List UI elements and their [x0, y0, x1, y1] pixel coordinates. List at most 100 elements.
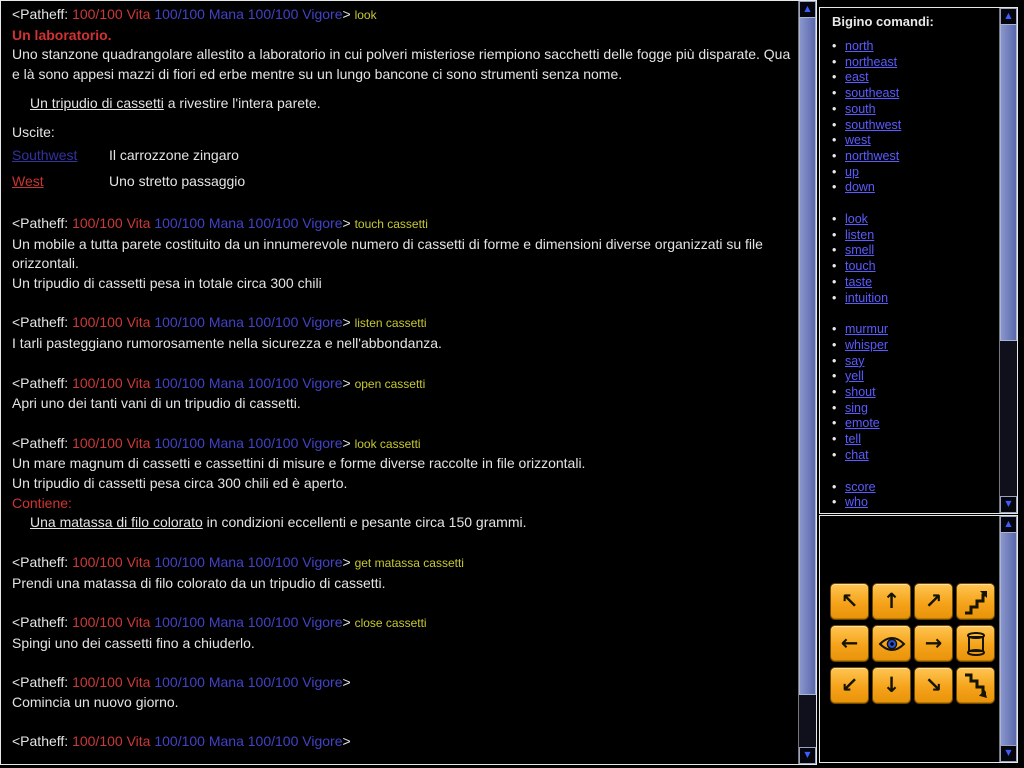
text-segment: Un laboratorio. — [12, 26, 112, 43]
commands-panel-content: Bigino comandi: northnortheasteastsouthe… — [820, 8, 1000, 513]
text-segment: 100/100 Vigore — [247, 553, 343, 570]
command-link-smell[interactable]: smell — [845, 243, 874, 257]
para-line: Uno stanzone quadrangolare allestito a l… — [12, 45, 791, 84]
text-segment: 100/100 Vita — [72, 733, 151, 750]
para-line: Un tripudio di cassetti pesa in totale c… — [12, 274, 791, 294]
exit-link-southwest[interactable]: Southwest — [12, 142, 109, 168]
command-list-item: taste — [832, 275, 1000, 291]
command-link-west[interactable]: west — [845, 133, 871, 147]
command-link-northwest[interactable]: northwest — [845, 149, 899, 163]
eye-icon — [878, 634, 906, 654]
exit-link-west[interactable]: West — [12, 168, 109, 194]
command-link-up[interactable]: up — [845, 165, 859, 179]
scroll-button[interactable] — [956, 625, 995, 662]
command-link-sing[interactable]: sing — [845, 401, 868, 415]
move-down-button[interactable] — [956, 667, 995, 704]
scroll-icon — [964, 631, 988, 657]
command-link-emote[interactable]: emote — [845, 416, 880, 430]
text-segment: <Patheff: — [12, 314, 73, 331]
echoed-command: look — [354, 8, 377, 22]
para-line: I tarli pasteggiano rumorosamente nella … — [12, 334, 791, 354]
item-link-matassa[interactable]: Una matassa di filo colorato — [30, 514, 203, 530]
text-segment: 100/100 Vita — [72, 314, 151, 331]
commands-scrollbar-thumb[interactable] — [1000, 24, 1017, 341]
command-list-item: east — [832, 70, 1000, 86]
navigation-button-grid: ↖ ↑ ↗ ← → ↙ ↓ ↘ — [830, 583, 995, 704]
command-link-touch[interactable]: touch — [845, 259, 876, 273]
text-segment: > — [342, 553, 355, 570]
text-segment: 100/100 Mana — [154, 673, 244, 690]
text-segment: 100/100 Vigore — [247, 214, 343, 231]
prompt-line: <Patheff: 100/100 Vita 100/100 Mana 100/… — [12, 673, 791, 693]
command-link-say[interactable]: say — [845, 354, 864, 368]
stairs-up-icon — [963, 589, 989, 615]
navigation-scrollbar[interactable]: ▲ ▼ — [999, 516, 1017, 762]
look-button[interactable] — [872, 625, 911, 662]
move-southeast-button[interactable]: ↘ — [914, 667, 953, 704]
para-line: Comincia un nuovo giorno. — [12, 693, 791, 713]
commands-scrollbar[interactable]: ▲ ▼ — [999, 8, 1017, 513]
command-link-shout[interactable]: shout — [845, 385, 876, 399]
move-east-button[interactable]: → — [914, 625, 953, 662]
command-link-murmur[interactable]: murmur — [845, 322, 888, 336]
text-segment: <Patheff: — [12, 673, 73, 690]
command-link-chat[interactable]: chat — [845, 448, 869, 462]
command-link-score[interactable]: score — [845, 480, 876, 494]
command-link-tell[interactable]: tell — [845, 432, 861, 446]
command-list-item: who — [832, 495, 1000, 511]
terminal-output: <Patheff: 100/100 Vita 100/100 Mana 100/… — [1, 1, 799, 764]
move-south-button[interactable]: ↓ — [872, 667, 911, 704]
text-segment: Un tripudio di cassetti pesa in totale c… — [12, 275, 322, 292]
commands-panel-title: Bigino comandi: — [832, 14, 934, 29]
command-link-down[interactable]: down — [845, 180, 875, 194]
scroll-down-icon[interactable]: ▼ — [1000, 745, 1017, 762]
command-link-north[interactable]: north — [845, 39, 874, 53]
move-northwest-button[interactable]: ↖ — [830, 583, 869, 620]
command-link-taste[interactable]: taste — [845, 275, 872, 289]
command-link-northeast[interactable]: northeast — [845, 55, 897, 69]
text-segment: > — [342, 434, 355, 451]
text-segment: 100/100 Vigore — [247, 733, 343, 750]
command-link-intuition[interactable]: intuition — [845, 291, 888, 305]
text-segment: 100/100 Vigore — [247, 314, 343, 331]
command-link-east[interactable]: east — [845, 70, 869, 84]
move-southwest-button[interactable]: ↙ — [830, 667, 869, 704]
command-link-whisper[interactable]: whisper — [845, 338, 888, 352]
main-scrollbar-thumb[interactable] — [799, 17, 816, 695]
command-link-yell[interactable]: yell — [845, 369, 864, 383]
text-segment: > — [342, 374, 355, 391]
move-north-button[interactable]: ↑ — [872, 583, 911, 620]
command-link-listen[interactable]: listen — [845, 228, 874, 242]
text-segment: 100/100 Mana — [154, 214, 244, 231]
text-segment: 100/100 Vita — [72, 374, 151, 391]
scroll-up-icon[interactable]: ▲ — [799, 1, 816, 18]
move-up-button[interactable] — [956, 583, 995, 620]
para-line: Un mobile a tutta parete costituito da u… — [12, 235, 791, 274]
command-list-item: southeast — [832, 86, 1000, 102]
text-segment: 100/100 Mana — [154, 374, 244, 391]
command-link-look[interactable]: look — [845, 212, 868, 226]
main-scrollbar[interactable]: ▲ ▼ — [798, 1, 816, 764]
text-segment: > — [342, 214, 355, 231]
scroll-up-icon[interactable]: ▲ — [1000, 8, 1017, 25]
command-link-southeast[interactable]: southeast — [845, 86, 899, 100]
command-link-south[interactable]: south — [845, 102, 876, 116]
command-link-who[interactable]: who — [845, 495, 868, 509]
exit-description: Il carrozzone zingaro — [109, 147, 239, 164]
command-link-southwest[interactable]: southwest — [845, 118, 901, 132]
navigation-scrollbar-thumb[interactable] — [1000, 532, 1017, 746]
text-segment: I tarli pasteggiano rumorosamente nella … — [12, 335, 442, 352]
move-northeast-button[interactable]: ↗ — [914, 583, 953, 620]
move-west-button[interactable]: ← — [830, 625, 869, 662]
scroll-up-icon[interactable]: ▲ — [1000, 516, 1017, 533]
exits-header-line: Uscite: — [12, 123, 791, 143]
scroll-down-icon[interactable]: ▼ — [1000, 496, 1017, 513]
command-list-item: score — [832, 480, 1000, 496]
text-segment: 100/100 Vita — [72, 434, 151, 451]
scroll-down-icon[interactable]: ▼ — [799, 747, 816, 764]
room-item-link-cassetti[interactable]: Un tripudio di cassetti — [30, 95, 164, 111]
stairs-down-icon — [963, 673, 989, 699]
text-segment: > — [342, 314, 355, 331]
